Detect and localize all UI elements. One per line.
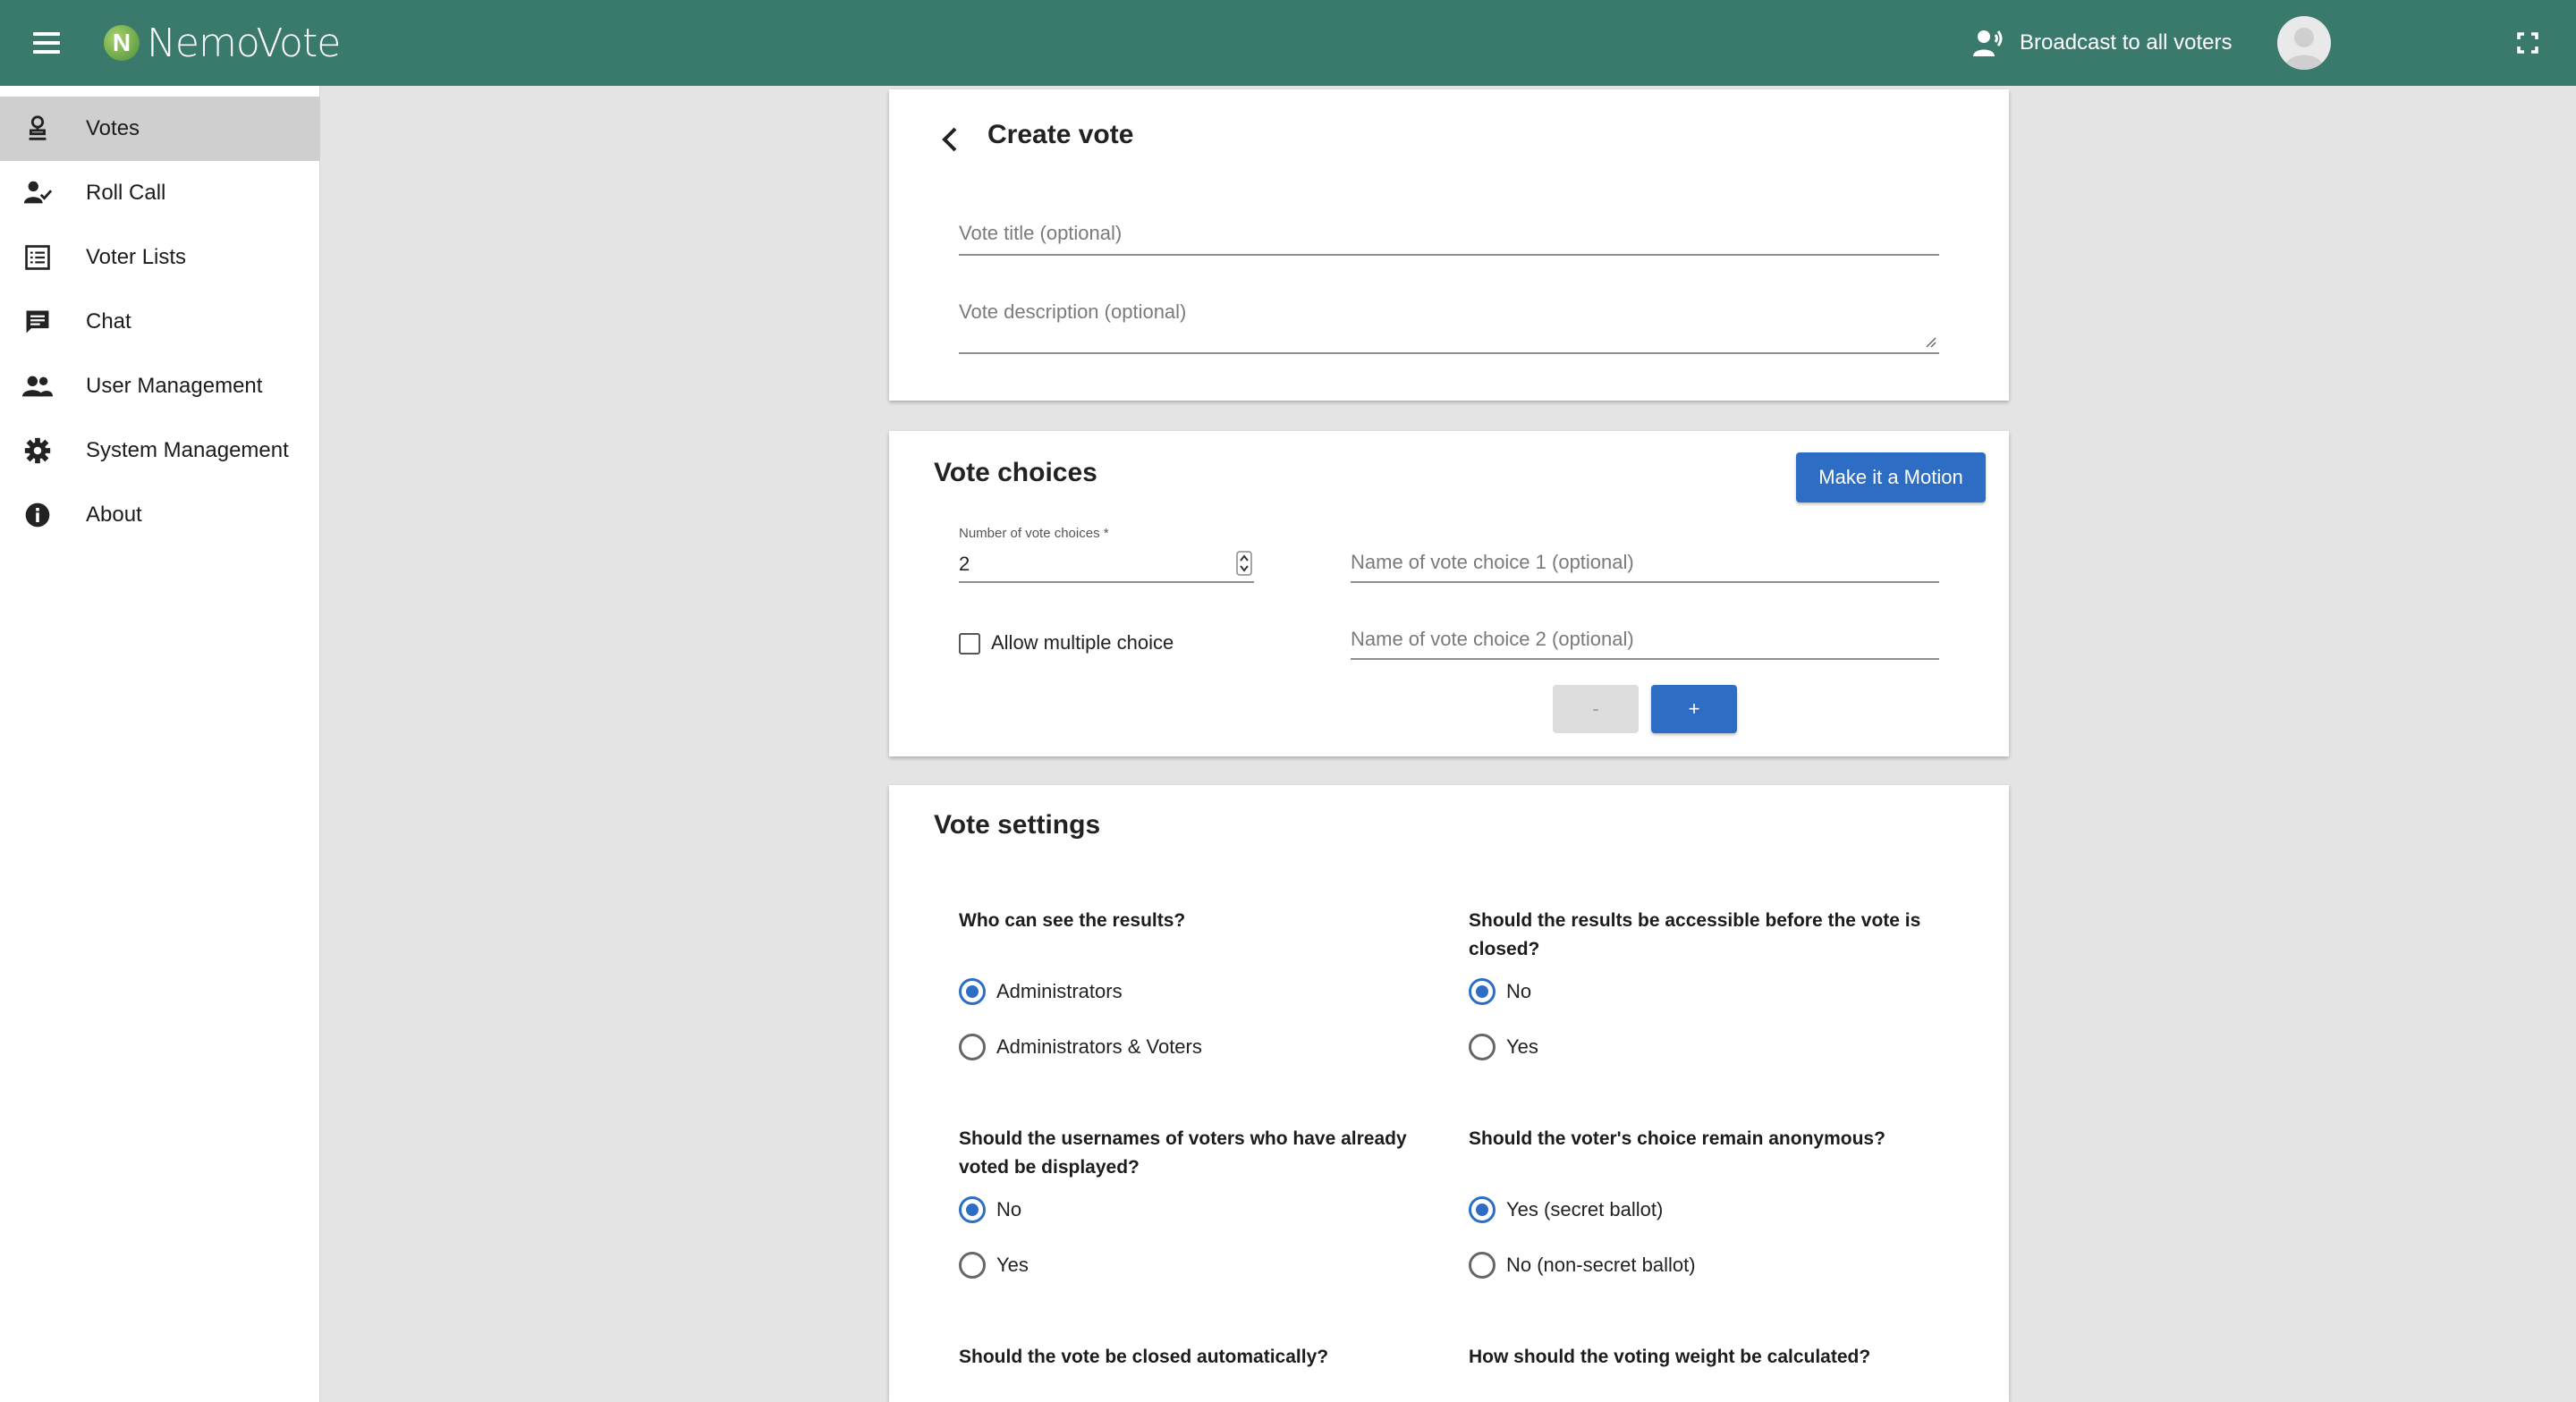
radio-label: Yes (secret ballot) (1506, 1198, 1664, 1220)
vote-settings-card: Vote settings Who can see the results? A… (889, 785, 2009, 1402)
radio-label: Yes (1506, 1035, 1538, 1058)
question-auto-close: Should the vote be closed automatically? (959, 1347, 1329, 1367)
sidebar-item-voter-lists[interactable]: Voter Lists (0, 225, 320, 290)
vote-description-placeholder: Vote description (optional) (959, 300, 1187, 323)
sidebar-item-label: System Management (86, 438, 289, 462)
radio-no[interactable] (1469, 978, 1496, 1005)
radio-yes[interactable] (1469, 1034, 1496, 1060)
fullscreen-icon[interactable] (2513, 29, 2542, 57)
radio-yes[interactable] (959, 1252, 986, 1279)
app-logo[interactable]: N NemoVote (104, 18, 341, 68)
number-of-choices-label: Number of vote choices * (959, 526, 1109, 541)
sidebar-item-votes[interactable]: Votes (0, 97, 320, 161)
create-vote-card: Create vote Vote title (optional) Vote d… (889, 89, 2009, 401)
choice-1-input[interactable]: Name of vote choice 1 (optional) (1351, 551, 1939, 583)
remove-choice-button[interactable]: - (1553, 685, 1639, 733)
logo-text: NemoVote (147, 20, 341, 66)
vote-choices-card: Vote choices Make it a Motion Number of … (889, 431, 2009, 756)
choice-1-placeholder: Name of vote choice 1 (optional) (1351, 551, 1634, 573)
broadcast-icon (1973, 30, 2003, 56)
question-results-visibility: Who can see the results? (959, 910, 1186, 931)
sidebar-item-label: User Management (86, 374, 263, 398)
question-anonymous-choice: Should the voter's choice remain anonymo… (1469, 1128, 1885, 1149)
choice-2-input[interactable]: Name of vote choice 2 (optional) (1351, 628, 1939, 660)
section-title: Vote choices (934, 458, 1097, 487)
allow-multiple-checkbox[interactable] (959, 633, 980, 655)
number-of-choices-field[interactable]: Number of vote choices * 2 (959, 526, 1254, 583)
radio-label: No (non-secret ballot) (1506, 1254, 1696, 1276)
back-arrow-icon[interactable] (934, 122, 970, 157)
broadcast-label: Broadcast to all voters (2020, 30, 2233, 55)
question-results-before-close: Should the results be accessible before … (1469, 910, 1921, 959)
sidebar-item-about[interactable]: About (0, 483, 320, 547)
sidebar-item-label: Roll Call (86, 181, 166, 205)
radio-administrators-voters[interactable] (959, 1034, 986, 1060)
radio-label: Administrators (996, 980, 1123, 1002)
sidebar-item-label: Votes (86, 116, 140, 140)
resize-handle-icon[interactable] (1923, 334, 1937, 349)
sidebar-item-label: Chat (86, 309, 131, 334)
sidebar-item-chat[interactable]: Chat (0, 290, 320, 354)
avatar-person-icon (2284, 28, 2324, 70)
sidebar-item-roll-call[interactable]: Roll Call (0, 161, 320, 225)
sidebar-item-label: Voter Lists (86, 245, 187, 269)
person-check-icon (21, 177, 54, 209)
vote-title-input[interactable]: Vote title (optional) (959, 220, 1939, 256)
logo-badge: N (104, 25, 140, 61)
allow-multiple-label: Allow multiple choice (991, 631, 1174, 654)
top-app-bar: N NemoVote Broadcast to all voters (0, 0, 2576, 86)
people-icon (21, 370, 54, 402)
question-display-usernames: Should the usernames of voters who have … (959, 1128, 1407, 1178)
radio-label: No (996, 1198, 1022, 1220)
radio-label: Administrators & Voters (996, 1035, 1202, 1058)
sidebar-item-label: About (86, 503, 142, 527)
radio-administrators[interactable] (959, 978, 986, 1005)
radio-no[interactable] (959, 1196, 986, 1223)
radio-non-secret-ballot[interactable] (1469, 1252, 1496, 1279)
section-title: Vote settings (934, 810, 1101, 840)
info-icon (21, 499, 54, 531)
radio-label: Yes (996, 1254, 1029, 1276)
menu-icon[interactable] (30, 27, 63, 59)
page-title: Create vote (987, 120, 1134, 149)
spinner-icon[interactable] (1236, 551, 1252, 576)
choice-2-placeholder: Name of vote choice 2 (optional) (1351, 628, 1634, 650)
list-icon (21, 241, 54, 274)
radio-label: No (1506, 980, 1532, 1002)
question-voting-weight: How should the voting weight be calculat… (1469, 1347, 1871, 1367)
chat-icon (21, 306, 54, 338)
make-motion-button[interactable]: Make it a Motion (1796, 452, 1986, 503)
radio-secret-ballot[interactable] (1469, 1196, 1496, 1223)
gear-icon (21, 435, 54, 467)
user-avatar[interactable] (2277, 16, 2331, 70)
vote-title-placeholder: Vote title (optional) (959, 222, 1123, 244)
number-of-choices-value: 2 (959, 553, 970, 575)
broadcast-button[interactable]: Broadcast to all voters (1973, 25, 2232, 61)
ballot-stamp-icon (21, 113, 54, 145)
sidebar-item-user-management[interactable]: User Management (0, 354, 320, 418)
vote-description-input[interactable]: Vote description (optional) (959, 297, 1939, 354)
sidebar: Votes Roll Call Voter Lists Chat User Ma… (0, 86, 320, 1402)
add-choice-button[interactable]: + (1651, 685, 1737, 733)
sidebar-item-system-management[interactable]: System Management (0, 418, 320, 483)
